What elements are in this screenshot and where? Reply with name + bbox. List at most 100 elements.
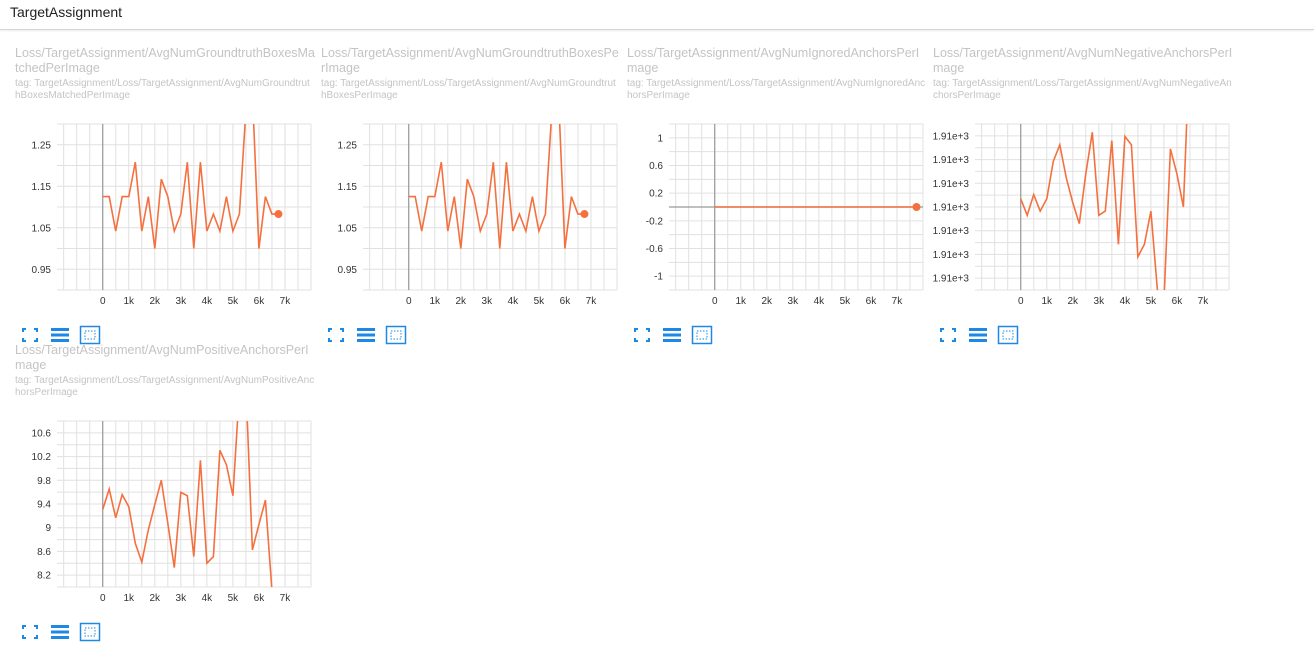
x-tick-label: 4k [814,296,826,307]
scalar-card: Loss/TargetAssignment/AvgNumGroundtruthB… [321,46,621,345]
expand-icon[interactable] [937,325,959,345]
page-title: TargetAssignment [10,4,123,20]
expand-icon[interactable] [19,622,41,642]
x-tick-label: 2k [150,296,162,307]
x-tick-label: 2k [150,593,162,604]
chart-toolbar [325,325,415,345]
y-tick-label: 10.2 [32,452,52,463]
y-tick-label: -1 [654,272,663,283]
y-tick-label: 1.25 [32,140,52,151]
y-tick-label: 0.95 [338,265,358,276]
y-tick-label: -0.6 [646,244,664,255]
x-tick-label: 3k [788,296,800,307]
x-tick-label: 5k [228,296,240,307]
y-tick-label: 9.4 [37,500,51,511]
x-tick-label: 0 [406,296,412,307]
line-chart[interactable]: 10.6 10.2 9.8 9.4 9 8.6 8.2 0 1k 2k 3k 4k 5k 6k 7k [15,420,315,617]
card-title: Loss/TargetAssignment/AvgNumGroundtruthB… [15,46,315,75]
x-tick-label: 4k [202,593,214,604]
y-tick-label: 9 [45,523,51,534]
lines-icon[interactable] [49,622,71,642]
y-tick-label: 1.05 [32,223,52,234]
x-tick-label: 7k [280,296,292,307]
fit-domain-icon[interactable] [79,325,101,345]
chart-toolbar [19,325,109,345]
x-tick-label: 6k [254,593,266,604]
line-chart[interactable]: 1.25 1.15 1.05 0.95 0 1k 2k 3k 4k 5k 6k 7k [321,123,621,320]
lines-icon[interactable] [661,325,683,345]
scalar-card: Loss/TargetAssignment/AvgNumPositiveAnch… [15,343,315,642]
y-tick-label: 0.2 [649,189,663,200]
x-tick-label: 0 [100,296,106,307]
lines-icon[interactable] [49,325,71,345]
y-tick-label: 1.91e+3 [933,179,970,190]
x-tick-label: 0 [1018,296,1024,307]
x-tick-label: 1k [735,296,747,307]
fit-domain-icon[interactable] [997,325,1019,345]
x-tick-label: 1k [123,593,135,604]
expand-icon[interactable] [19,325,41,345]
card-tag: tag: TargetAssignment/Loss/TargetAssignm… [15,78,310,101]
header-bar: TargetAssignment [0,0,1314,30]
fit-domain-icon[interactable] [691,325,713,345]
expand-icon[interactable] [325,325,347,345]
y-tick-label: 0.6 [649,161,663,172]
line-chart[interactable]: 1 0.6 0.2 -0.2 -0.6 -1 0 1k 2k 3k 4k 5k 6k 7k [627,123,927,320]
y-tick-label: 1.91e+3 [933,226,970,237]
x-tick-label: 5k [840,296,852,307]
y-tick-label: 1.15 [338,182,358,193]
x-tick-label: 5k [1146,296,1158,307]
chart-toolbar [631,325,721,345]
x-tick-label: 5k [228,593,240,604]
fit-domain-icon[interactable] [385,325,407,345]
y-tick-label: 10.6 [32,428,52,439]
y-tick-label: -0.2 [646,216,664,227]
x-tick-label: 1k [123,296,135,307]
y-tick-label: 1.91e+3 [933,155,970,166]
x-tick-label: 7k [892,296,904,307]
grid [57,123,312,291]
grid [363,123,618,291]
card-tag: tag: TargetAssignment/Loss/TargetAssignm… [321,78,616,101]
last-point-marker [580,210,589,219]
y-tick-label: 1 [657,133,663,144]
grid [975,123,1230,291]
fit-domain-icon[interactable] [79,622,101,642]
line-chart[interactable]: 1.91e+3 1.91e+3 1.91e+3 1.91e+3 1.91e+3 1.91e… [933,123,1233,320]
x-tick-label: 0 [712,296,718,307]
card-tag: tag: TargetAssignment/Loss/TargetAssignm… [627,78,926,101]
x-tick-label: 3k [482,296,494,307]
card-title: Loss/TargetAssignment/AvgNumGroundtruthB… [321,46,619,75]
card-tag: tag: TargetAssignment/Loss/TargetAssignm… [15,375,315,398]
y-tick-label: 1.91e+3 [933,131,970,142]
scalar-card: Loss/TargetAssignment/AvgNumGroundtruthB… [15,46,315,345]
y-tick-label: 1.91e+3 [933,203,970,214]
x-tick-label: 6k [254,296,266,307]
expand-icon[interactable] [631,325,653,345]
y-tick-label: 8.6 [37,547,51,558]
line-chart[interactable]: 1.25 1.15 1.05 0.95 0 1k 2k 3k 4k 5k 6k 7k [15,123,315,320]
chart-toolbar [937,325,1027,345]
x-tick-label: 4k [202,296,214,307]
x-tick-label: 3k [176,593,188,604]
y-tick-label: 1.91e+3 [933,274,970,285]
x-tick-label: 6k [560,296,572,307]
x-tick-label: 4k [1120,296,1132,307]
last-point-marker [274,210,283,219]
last-point-marker [912,203,921,211]
lines-icon[interactable] [967,325,989,345]
y-tick-label: 1.15 [32,182,52,193]
series-line [101,421,273,587]
x-tick-label: 1k [429,296,441,307]
scalar-card: Loss/TargetAssignment/AvgNumIgnoredAncho… [627,46,927,345]
x-tick-label: 6k [1172,296,1184,307]
x-tick-label: 7k [586,296,598,307]
card-title: Loss/TargetAssignment/AvgNumNegativeAnch… [933,46,1233,75]
x-tick-label: 2k [1068,296,1080,307]
x-tick-label: 4k [508,296,520,307]
y-tick-label: 0.95 [32,265,52,276]
x-tick-label: 0 [100,593,106,604]
lines-icon[interactable] [355,325,377,345]
x-tick-label: 2k [456,296,468,307]
x-tick-label: 3k [1094,296,1106,307]
